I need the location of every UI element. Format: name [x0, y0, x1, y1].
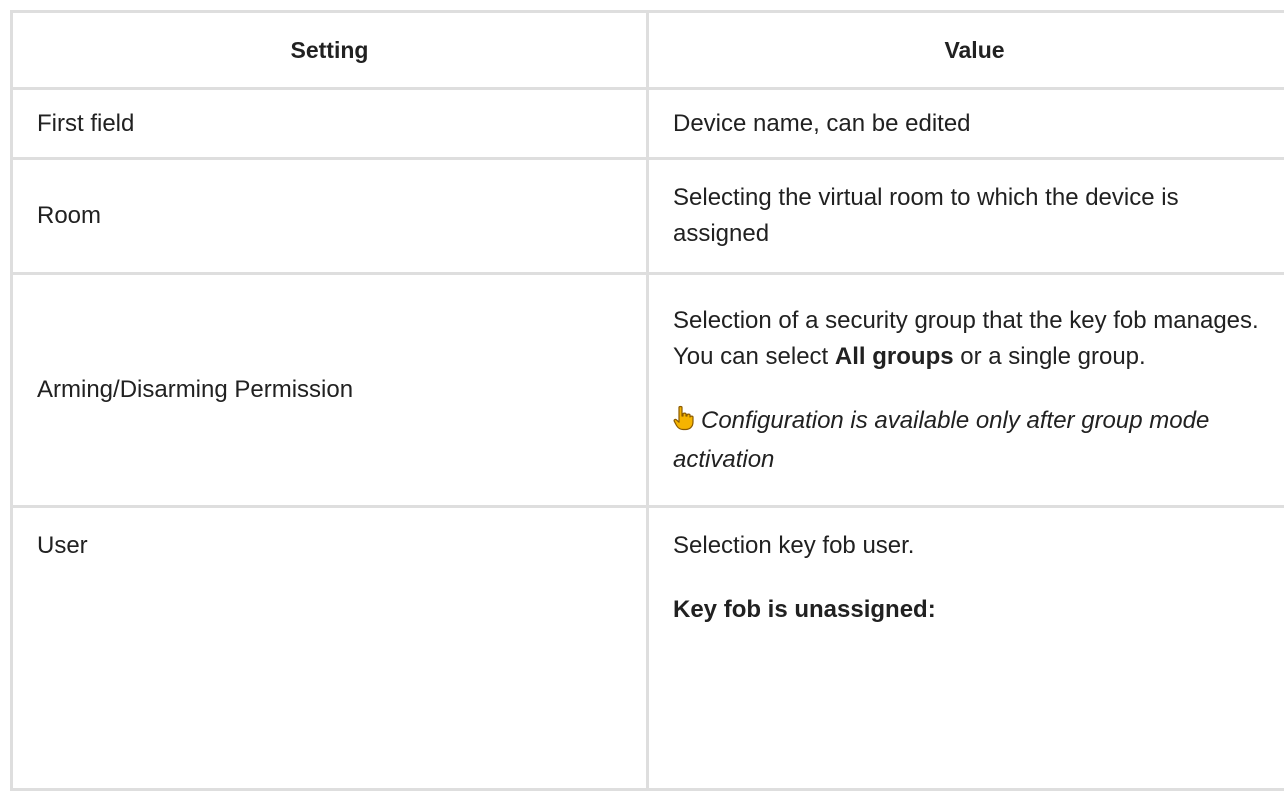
value-cell: Device name, can be edited — [646, 87, 1284, 160]
settings-table: Setting Value First field Device name, c… — [10, 10, 1284, 791]
setting-cell: Room — [10, 157, 649, 275]
table-header-row: Setting Value — [10, 10, 1284, 90]
value-cell: Selection key fob user. Key fob is unass… — [646, 505, 1284, 791]
setting-cell: User — [10, 505, 649, 791]
header-setting: Setting — [10, 10, 649, 90]
hint-note: Configuration is available only after gr… — [673, 403, 1276, 478]
value-text-end: or a single group. — [953, 342, 1146, 370]
table-row: Arming/Disarming Permission Selection of… — [10, 272, 1284, 508]
value-cell: Selecting the virtual room to which the … — [646, 157, 1284, 275]
setting-cell: First field — [10, 87, 649, 160]
value-paragraph: Selection of a security group that the k… — [673, 303, 1276, 375]
table-row: Room Selecting the virtual room to which… — [10, 157, 1284, 275]
table-header: Setting Value — [10, 10, 1284, 90]
table-row: User Selection key fob user. Key fob is … — [10, 505, 1284, 791]
setting-cell: Arming/Disarming Permission — [10, 272, 649, 508]
hint-text: Configuration is available only after gr… — [673, 406, 1210, 473]
table-row: First field Device name, can be edited — [10, 87, 1284, 160]
value-subheading: Key fob is unassigned: — [673, 596, 936, 623]
value-paragraph: Selection key fob user. — [673, 532, 915, 559]
value-cell: Selection of a security group that the k… — [646, 272, 1284, 508]
pointing-hand-icon — [673, 405, 695, 442]
all-groups-emphasis: All groups — [834, 342, 954, 370]
header-value: Value — [646, 10, 1284, 90]
